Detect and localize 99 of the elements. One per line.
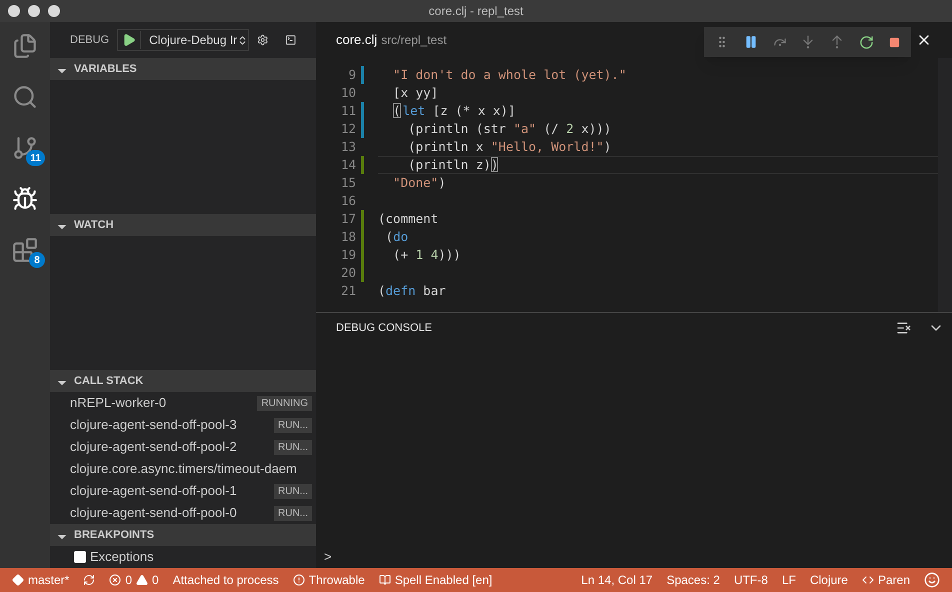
sync-icon[interactable] — [83, 574, 96, 586]
feedback-smiley-icon[interactable] — [924, 572, 940, 588]
call-stack-item[interactable]: clojure-agent-send-off-pool-0 RUN... — [50, 502, 316, 524]
code-line: (println z)) — [378, 156, 938, 174]
section-header[interactable]: BREAKPOINTS — [50, 524, 316, 546]
status-text[interactable]: LF — [782, 571, 796, 589]
console-icon[interactable] — [284, 32, 296, 48]
count-badge: 8 — [29, 252, 45, 268]
thread-status: RUNNING — [257, 396, 312, 410]
thread-name: clojure-agent-send-off-pool-1 — [70, 482, 237, 500]
start-debug-icon[interactable] — [122, 33, 136, 47]
file-path: src/repl_test — [381, 32, 447, 49]
thread-status: RUN... — [274, 506, 312, 520]
search-icon — [12, 84, 38, 110]
thread-name: nREPL-worker-0 — [70, 394, 166, 412]
code-line: (comment — [378, 210, 440, 228]
thread-name: clojure-agent-send-off-pool-0 — [70, 504, 237, 522]
checkbox[interactable] — [74, 551, 86, 563]
code-icon — [862, 574, 874, 586]
line-number: 11 — [340, 102, 356, 120]
section-title: VARIABLES — [74, 62, 137, 77]
line-number: 20 — [340, 264, 356, 282]
error-icon — [109, 574, 122, 586]
thread-name: clojure.core.async.timers/timeout-daem — [70, 460, 297, 478]
bug-icon — [12, 186, 38, 212]
branch-status[interactable]: master* — [12, 571, 70, 589]
restart-icon[interactable] — [858, 34, 874, 50]
thread-status: RUN... — [274, 440, 312, 454]
code-line: (defn bar — [378, 282, 447, 300]
configuration-name: Clojure-Debug Ir — [140, 31, 238, 49]
paren-mode-status[interactable]: Paren — [862, 571, 910, 589]
breakpoint-label: Exceptions — [90, 548, 154, 566]
stop-icon[interactable] — [888, 36, 900, 48]
section-header[interactable]: CALL STACK — [50, 370, 316, 392]
console-input[interactable]: > — [316, 548, 952, 566]
step-out-icon[interactable] — [830, 35, 844, 49]
call-stack-item[interactable]: clojure-agent-send-off-pool-2 RUN... — [50, 436, 316, 458]
alert-icon — [292, 574, 305, 586]
thread-status: RUN... — [274, 418, 312, 432]
pause-icon[interactable] — [744, 35, 758, 49]
minimize-window-button[interactable] — [28, 5, 40, 17]
exception-status[interactable]: Throwable — [292, 571, 365, 589]
call-stack-item[interactable]: clojure.core.async.timers/timeout-daem — [50, 458, 316, 480]
warning-count: 0 — [152, 572, 159, 589]
clear-console-icon[interactable] — [896, 320, 912, 336]
thread-name: clojure-agent-send-off-pool-3 — [70, 416, 237, 434]
zoom-window-button[interactable] — [48, 5, 60, 17]
step-into-icon[interactable] — [801, 35, 816, 49]
call-stack-item[interactable]: clojure-agent-send-off-pool-1 RUN... — [50, 480, 316, 502]
section-header[interactable]: WATCH — [50, 214, 316, 236]
branch-icon — [12, 574, 24, 586]
status-text[interactable]: Clojure — [810, 571, 848, 589]
code-line: (println (str "a" (/ 2 x))) — [407, 120, 612, 138]
status-text[interactable]: Attached to process — [172, 571, 279, 589]
line-number: 21 — [340, 282, 356, 300]
thread-status: RUN... — [274, 484, 312, 498]
blocks-icon — [12, 237, 38, 263]
line-number: 13 — [340, 138, 356, 156]
code-line: ( let [z (* x x)] — [392, 102, 516, 120]
error-count: 0 — [125, 572, 132, 589]
status-text[interactable]: Spaces: 2 — [666, 571, 720, 589]
code-line: "I don't do a whole lot (yet)." — [392, 66, 628, 84]
files-icon — [12, 33, 38, 59]
code-line: (do — [384, 228, 410, 246]
line-number: 18 — [340, 228, 356, 246]
code-line: (println x "Hello, World!") — [407, 138, 612, 156]
call-stack-item[interactable]: nREPL-worker-0 RUNNING — [50, 392, 316, 414]
problems-status[interactable]: 0 0 — [109, 571, 159, 589]
panel-title[interactable]: DEBUG CONSOLE — [336, 320, 432, 336]
close-window-button[interactable] — [8, 5, 20, 17]
window-title: core.clj - repl_test — [428, 3, 524, 20]
line-number: 14 — [340, 156, 356, 174]
count-badge: 11 — [26, 150, 45, 166]
section-header[interactable]: VARIABLES — [50, 58, 316, 80]
spell-status[interactable]: Spell Enabled [en] — [378, 571, 492, 589]
settings-icon[interactable] — [257, 32, 269, 48]
line-number: 15 — [340, 174, 356, 192]
section-title: CALL STACK — [74, 374, 144, 389]
section-title: WATCH — [74, 218, 114, 233]
line-number: 19 — [340, 246, 356, 264]
line-number: 10 — [340, 84, 356, 102]
file-name[interactable]: core.clj — [336, 30, 378, 50]
status-text[interactable]: UTF-8 — [734, 571, 768, 589]
section-title: BREAKPOINTS — [74, 528, 154, 543]
code-line: "Done") — [392, 174, 447, 192]
book-icon — [378, 574, 391, 586]
code-line: [x yy] — [392, 84, 440, 102]
thread-name: clojure-agent-send-off-pool-2 — [70, 438, 237, 456]
warning-icon — [136, 574, 148, 586]
line-number: 12 — [340, 120, 356, 138]
code-line: (+ 1 4))) — [392, 246, 462, 264]
line-number: 16 — [340, 192, 356, 210]
line-number: 9 — [347, 66, 356, 84]
console-prompt: > — [324, 548, 332, 566]
status-text[interactable]: Ln 14, Col 17 — [581, 571, 653, 589]
call-stack-item[interactable]: clojure-agent-send-off-pool-3 RUN... — [50, 414, 316, 436]
sidebar-title: DEBUG — [70, 32, 110, 48]
line-number: 17 — [340, 210, 356, 228]
configuration-select[interactable]: Clojure-Debug Ir — [117, 29, 250, 51]
